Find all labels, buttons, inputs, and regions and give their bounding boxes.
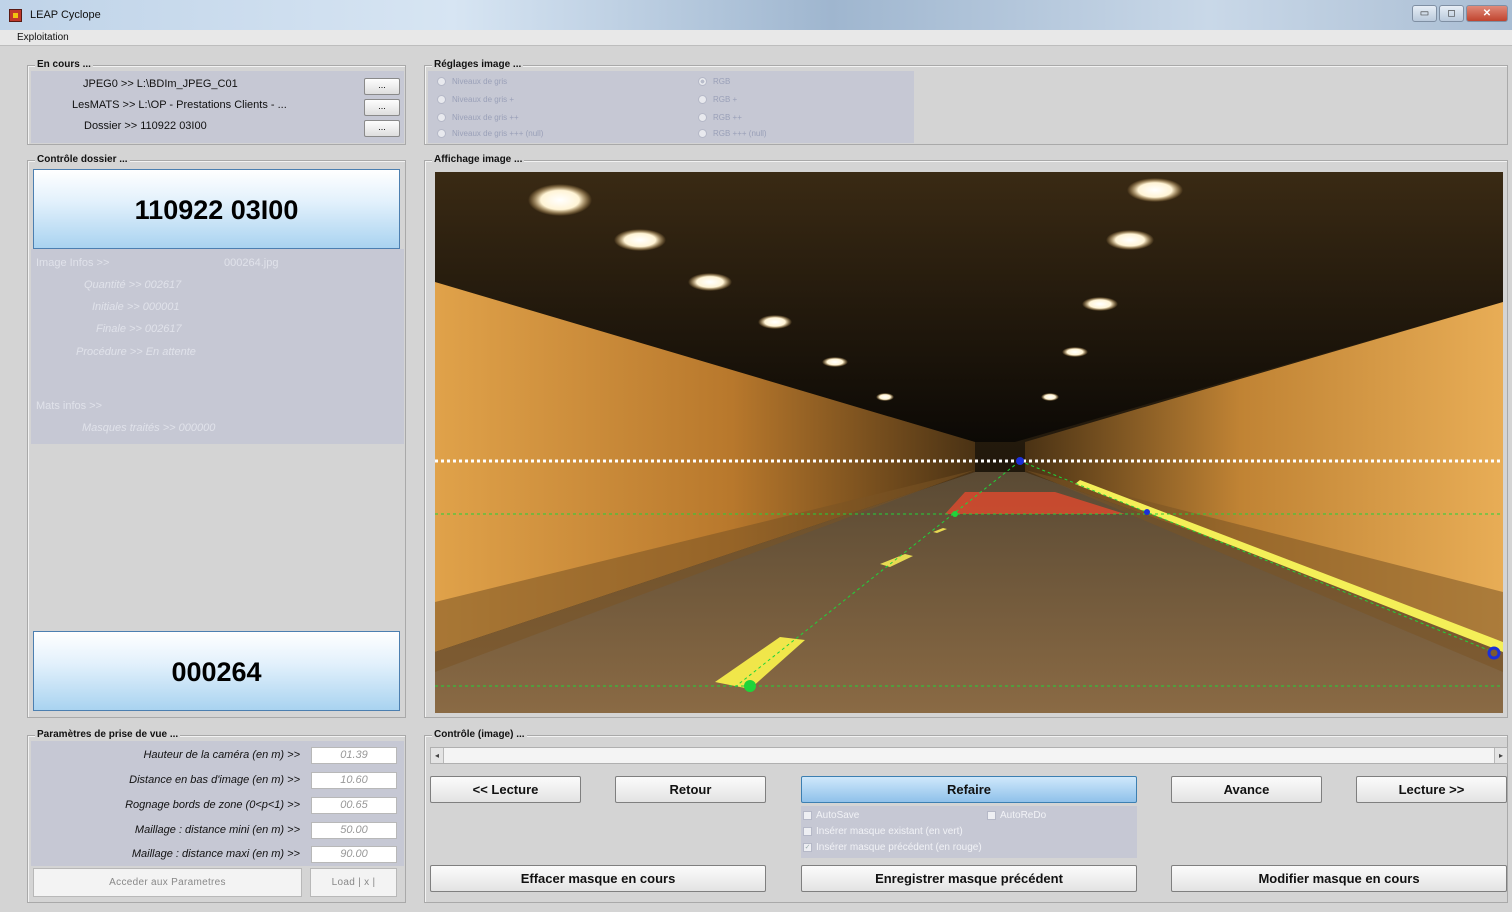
reglages-panel: Réglages image ... Niveaux de gris Nivea… [424,59,1508,145]
menu-exploitation[interactable]: Exploitation [17,32,69,43]
param-label-maillage-mini: Maillage : distance mini (en m) >> [134,824,300,836]
app-icon [9,9,22,22]
folder-display: 110922 03I00 [33,169,400,249]
quantite-info: Quantité >> 002617 [84,279,182,291]
modifier-masque-button[interactable]: Modifier masque en cours [1171,865,1507,892]
procedure-info: Procédure >> En attente [76,346,196,358]
radio-rgb[interactable]: RGB [698,77,730,86]
radio-gris-plus-plus[interactable]: Niveaux de gris ++ [437,113,519,122]
autosave-checkbox[interactable]: AutoSave [803,810,859,821]
dossier-path: Dossier >> 110922 03I00 [84,120,207,132]
controle-dossier-panel: Contrôle dossier ... 110922 03I00 Image … [27,154,406,718]
browse-lesmats-button[interactable]: ... [364,99,400,116]
browse-jpeg-button[interactable]: ... [364,78,400,95]
effacer-masque-button[interactable]: Effacer masque en cours [430,865,766,892]
radio-rgb-plus[interactable]: RGB + [698,95,737,104]
image-file-name: 000264.jpg [224,257,279,269]
title-bar: LEAP Cyclope ▭ ◻ ✕ [0,0,1512,30]
load-button[interactable]: Load | x | [310,868,397,897]
parametres-title: Paramètres de prise de vue ... [35,729,181,740]
scroll-right-arrow-icon[interactable]: ▸ [1494,748,1507,763]
initiale-info: Initiale >> 000001 [92,301,180,313]
en-cours-title: En cours ... [35,59,93,70]
retour-button[interactable]: Retour [615,776,766,803]
current-image-display: 000264 [33,631,400,711]
tunnel-image[interactable] [435,172,1503,713]
param-label-distance-bas: Distance en bas d'image (en m) >> [129,774,300,786]
lecture-forward-button[interactable]: Lecture >> [1356,776,1507,803]
en-cours-panel: En cours ... JPEG0 >> L:\BDIm_JPEG_C01 L… [27,59,406,145]
menu-bar: Exploitation [0,30,1512,46]
param-value-hauteur[interactable]: 01.39 [311,747,397,764]
minimize-button[interactable]: ▭ [1412,5,1437,22]
options-box: AutoSave AutoReDo Insérer masque existan… [801,806,1137,858]
reglages-title: Réglages image ... [432,59,524,70]
mats-infos-label: Mats infos >> [36,400,103,412]
inserer-precedent-checkbox[interactable]: ✓ Insérer masque précédent (en rouge) [803,842,982,853]
avance-button[interactable]: Avance [1171,776,1322,803]
lecture-back-button[interactable]: << Lecture [430,776,581,803]
refaire-button[interactable]: Refaire [801,776,1137,803]
window-controls: ▭ ◻ ✕ [1412,5,1508,22]
param-label-rognage: Rognage bords de zone (0<p<1) >> [125,799,300,811]
param-label-hauteur: Hauteur de la caméra (en m) >> [143,749,300,761]
image-scrollbar[interactable]: ◂ ▸ [430,747,1508,764]
scroll-left-arrow-icon[interactable]: ◂ [431,748,444,763]
param-value-distance-bas[interactable]: 10.60 [311,772,397,789]
acceder-parametres-button[interactable]: Acceder aux Parametres [33,868,302,897]
controle-image-title: Contrôle (image) ... [432,729,527,740]
close-button[interactable]: ✕ [1466,5,1508,22]
browse-dossier-button[interactable]: ... [364,120,400,137]
autoredo-checkbox[interactable]: AutoReDo [987,810,1046,821]
radio-rgb-plus-plus[interactable]: RGB ++ [698,113,742,122]
radio-gris-plus-plus-plus[interactable]: Niveaux de gris +++ (null) [437,129,543,138]
radio-rgb-plus-plus-plus[interactable]: RGB +++ (null) [698,129,767,138]
finale-info: Finale >> 002617 [96,323,182,335]
tunnel-scene [435,172,1503,713]
maximize-button[interactable]: ◻ [1439,5,1464,22]
inserer-existant-checkbox[interactable]: Insérer masque existant (en vert) [803,826,963,837]
masques-info: Masques traités >> 000000 [82,422,216,434]
enregistrer-masque-button[interactable]: Enregistrer masque précédent [801,865,1137,892]
lesmats-path: LesMATS >> L:\OP - Prestations Clients -… [72,99,287,111]
jpeg-path: JPEG0 >> L:\BDIm_JPEG_C01 [83,78,238,90]
radio-gris-plus[interactable]: Niveaux de gris + [437,95,514,104]
controle-dossier-title: Contrôle dossier ... [35,154,130,165]
radio-gris[interactable]: Niveaux de gris [437,77,507,86]
window-title: LEAP Cyclope [30,9,101,21]
affichage-title: Affichage image ... [432,154,525,165]
param-value-rognage[interactable]: 00.65 [311,797,397,814]
image-infos-label: Image Infos >> [36,257,110,269]
param-value-maillage-maxi[interactable]: 90.00 [311,846,397,863]
param-label-maillage-maxi: Maillage : distance maxi (en m) >> [131,848,300,860]
param-value-maillage-mini[interactable]: 50.00 [311,822,397,839]
